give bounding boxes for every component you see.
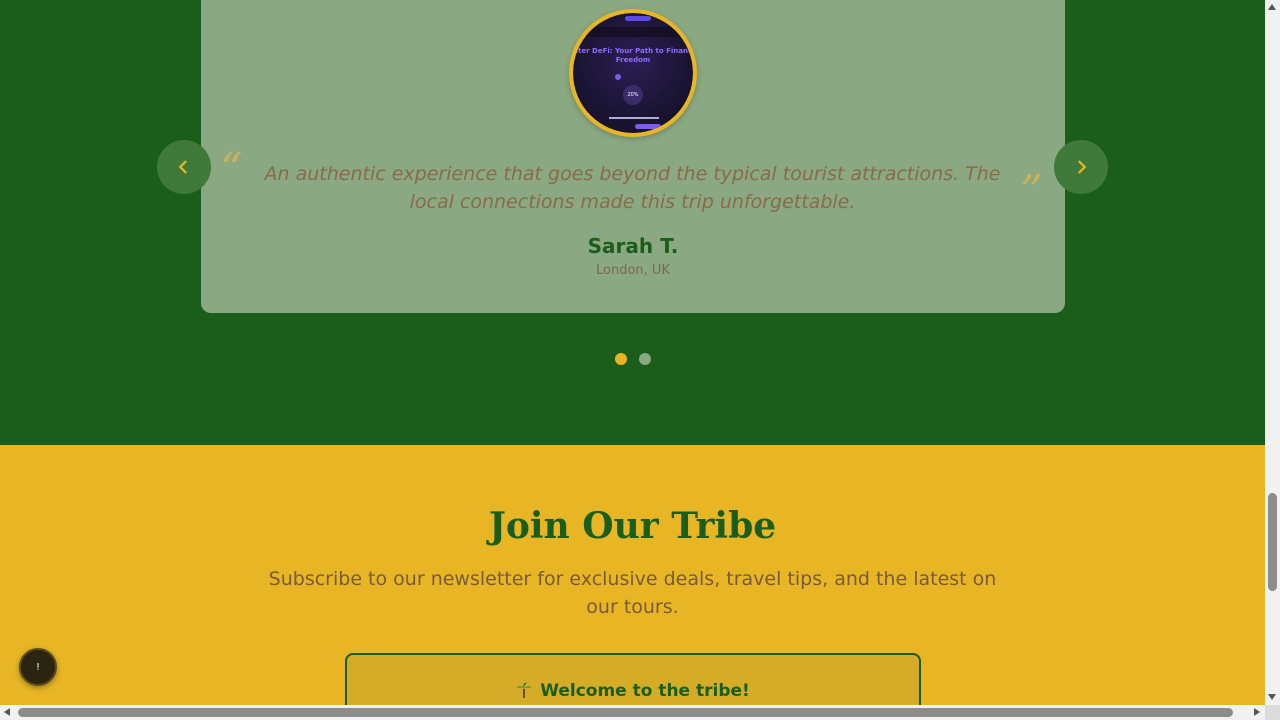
avatar: ster DeFi: Your Path to Financ Freedom 2… xyxy=(569,9,697,137)
floating-action-button[interactable]: ! xyxy=(19,648,57,686)
chevron-right-icon xyxy=(1077,160,1087,174)
carousel-dot-1[interactable] xyxy=(615,353,627,365)
testimonial-quote: An authentic experience that goes beyond… xyxy=(264,163,1001,213)
welcome-message-box: Welcome to the tribe! xyxy=(345,653,921,705)
testimonial-location: London, UK xyxy=(596,263,670,278)
horizontal-scrollbar[interactable] xyxy=(0,705,1265,720)
avatar-preview-pill xyxy=(625,16,651,21)
page-viewport: ster DeFi: Your Path to Financ Freedom 2… xyxy=(0,0,1265,705)
avatar-preview-line xyxy=(609,117,659,119)
avatar-preview-navbar xyxy=(573,27,693,37)
avatar-preview-dot xyxy=(615,74,621,80)
avatar-image: ster DeFi: Your Path to Financ Freedom 2… xyxy=(573,13,693,133)
quote-close-mark: ” xyxy=(1020,166,1043,217)
palm-tree-icon xyxy=(517,682,532,698)
vertical-scrollbar[interactable] xyxy=(1265,0,1280,705)
scroll-left-arrow-icon[interactable] xyxy=(4,708,10,716)
carousel-next-button[interactable] xyxy=(1054,140,1108,194)
scroll-down-arrow-icon[interactable] xyxy=(1268,694,1276,700)
testimonial-author: Sarah T. xyxy=(587,234,679,258)
chevron-left-icon xyxy=(178,160,188,174)
testimonials-section: ster DeFi: Your Path to Financ Freedom 2… xyxy=(0,0,1265,445)
newsletter-title: Join Our Tribe xyxy=(488,505,777,547)
carousel-prev-button[interactable] xyxy=(157,140,211,194)
avatar-preview-badge: 20% xyxy=(623,85,643,105)
welcome-message-text: Welcome to the tribe! xyxy=(540,681,750,701)
scroll-right-arrow-icon[interactable] xyxy=(1254,708,1260,716)
horizontal-scrollbar-thumb[interactable] xyxy=(18,708,1233,717)
vertical-scrollbar-thumb[interactable] xyxy=(1268,493,1277,591)
newsletter-subtitle: Subscribe to our newsletter for exclusiv… xyxy=(268,568,997,618)
quote-open-mark: “ xyxy=(220,144,243,195)
floating-button-label: ! xyxy=(35,661,40,673)
welcome-message: Welcome to the tribe! xyxy=(347,681,919,701)
avatar-preview-title: ster DeFi: Your Path to Financ Freedom xyxy=(573,47,693,64)
scroll-up-arrow-icon[interactable] xyxy=(1268,4,1276,10)
scrollbar-corner xyxy=(1265,705,1280,720)
newsletter-section: Join Our Tribe Subscribe to our newslett… xyxy=(0,445,1265,705)
avatar-preview-button xyxy=(635,124,661,129)
carousel-dot-2[interactable] xyxy=(639,353,651,365)
